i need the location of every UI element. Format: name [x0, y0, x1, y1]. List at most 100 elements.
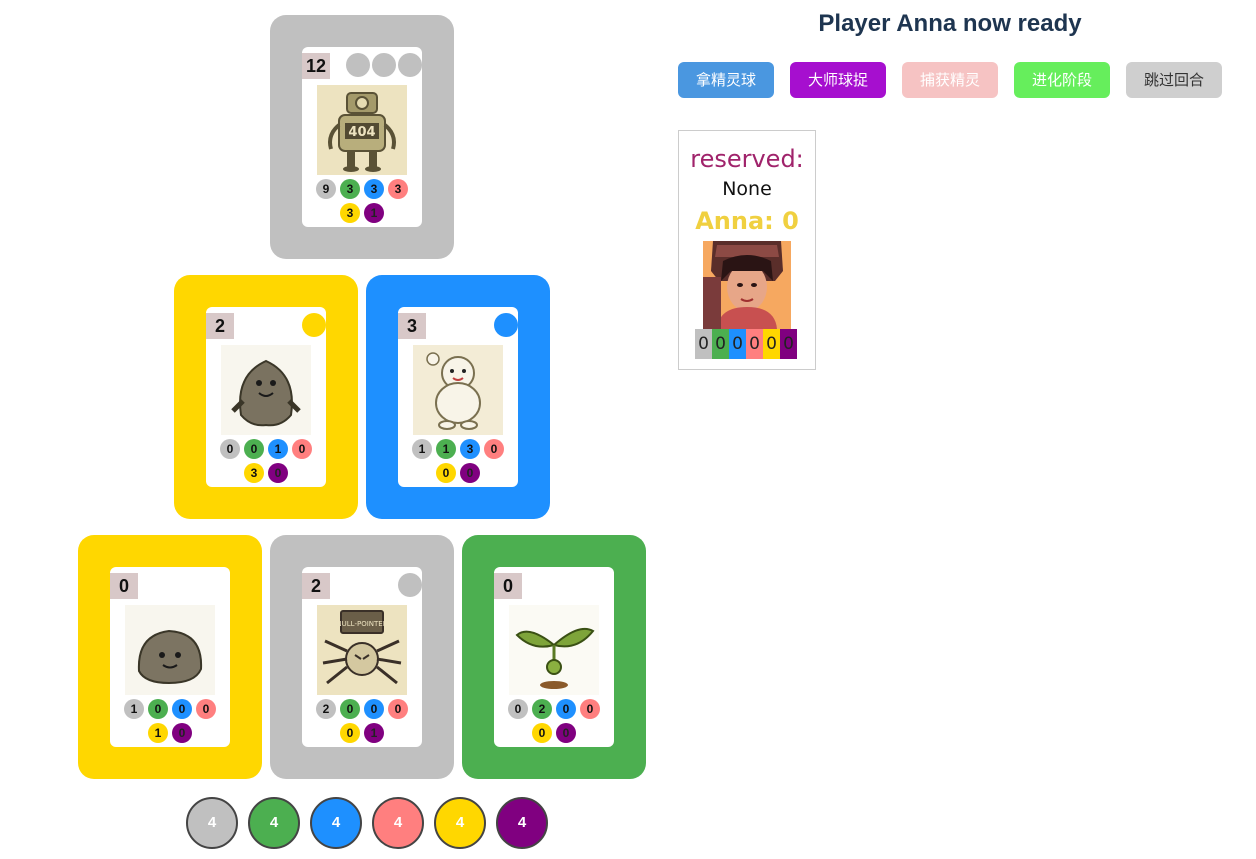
reserved-label: reserved:: [690, 145, 804, 173]
cost-gray: 1: [124, 699, 144, 719]
cloud-creature-icon: [413, 345, 503, 435]
player-gem-gray: 0: [695, 329, 712, 359]
token-pool: 444444: [186, 797, 548, 849]
card-costs: 113000: [398, 439, 518, 487]
card-costs: 933331: [302, 179, 422, 227]
card-slot-mid-right[interactable]: 3 113000: [366, 275, 550, 519]
bonus-gem-icon: [398, 573, 422, 597]
cost-yellow: 0: [340, 723, 360, 743]
pokemon-card[interactable]: 3 113000: [398, 307, 518, 487]
capture-pokemon-button[interactable]: 捕获精灵: [902, 62, 998, 98]
player-gem-blue: 0: [729, 329, 746, 359]
cost-purple: 1: [364, 723, 384, 743]
null-pointer-spider-icon: NULL-POINTER: [317, 605, 407, 695]
pokemon-card[interactable]: 12 404 933331: [302, 47, 422, 227]
cost-pink: 0: [484, 439, 504, 459]
null-pointer-sign-label: NULL-POINTER: [336, 620, 387, 628]
cost-green: 1: [436, 439, 456, 459]
cost-purple: 0: [460, 463, 480, 483]
card-score: 3: [398, 313, 426, 339]
cost-blue: 3: [460, 439, 480, 459]
card-costs: 200001: [302, 699, 422, 747]
pokemon-card[interactable]: 0 020000: [494, 567, 614, 747]
cost-gray: 1: [412, 439, 432, 459]
card-score: 2: [302, 573, 330, 599]
cost-pink: 0: [388, 699, 408, 719]
pebble-icon: [125, 605, 215, 695]
token-pink[interactable]: 4: [372, 797, 424, 849]
cost-green: 3: [340, 179, 360, 199]
card-bonus-gems: [302, 313, 326, 337]
card-costs: 100010: [110, 699, 230, 747]
evolve-stage-button[interactable]: 进化阶段: [1014, 62, 1110, 98]
master-ball-catch-button[interactable]: 大师球捉: [790, 62, 886, 98]
cost-yellow: 0: [532, 723, 552, 743]
card-score: 0: [494, 573, 522, 599]
token-gray[interactable]: 4: [186, 797, 238, 849]
token-yellow[interactable]: 4: [434, 797, 486, 849]
player-gem-purple: 0: [780, 329, 797, 359]
cost-blue: 0: [172, 699, 192, 719]
card-slot-top[interactable]: 12 404 933331: [270, 15, 454, 259]
cost-gray: 2: [316, 699, 336, 719]
cost-gray: 9: [316, 179, 336, 199]
robot-404-icon: 404: [317, 85, 407, 175]
cost-green: 2: [532, 699, 552, 719]
cost-purple: 0: [556, 723, 576, 743]
player-panel: reserved: None Anna: 0 000000: [678, 130, 816, 370]
cost-purple: 1: [364, 203, 384, 223]
player-portrait-icon: [703, 241, 791, 329]
robot-404-label: 404: [348, 125, 375, 140]
skip-turn-button[interactable]: 跳过回合: [1126, 62, 1222, 98]
card-slot-bottom-right[interactable]: 0 020000: [462, 535, 646, 779]
cost-green: 0: [148, 699, 168, 719]
token-purple[interactable]: 4: [496, 797, 548, 849]
card-score: 2: [206, 313, 234, 339]
bonus-gem-icon: [302, 313, 326, 337]
card-slot-mid-left[interactable]: 2 001030: [174, 275, 358, 519]
bonus-gem-icon: [346, 53, 370, 77]
card-bonus-gems: [346, 53, 422, 77]
card-slot-bottom-left[interactable]: 0 100010: [78, 535, 262, 779]
pokemon-card[interactable]: 0 100010: [110, 567, 230, 747]
bonus-gem-icon: [372, 53, 396, 77]
card-slot-bottom-center[interactable]: 2 NULL-POINTER 200001: [270, 535, 454, 779]
cost-yellow: 1: [148, 723, 168, 743]
cost-green: 0: [340, 699, 360, 719]
pokemon-card[interactable]: 2 001030: [206, 307, 326, 487]
cost-pink: 3: [388, 179, 408, 199]
cost-yellow: 0: [436, 463, 456, 483]
cost-blue: 3: [364, 179, 384, 199]
card-costs: 001030: [206, 439, 326, 487]
cost-blue: 0: [556, 699, 576, 719]
cost-blue: 1: [268, 439, 288, 459]
cost-green: 0: [244, 439, 264, 459]
player-gem-yellow: 0: [763, 329, 780, 359]
card-bonus-gems: [398, 573, 422, 597]
reserved-value: None: [722, 178, 772, 200]
cost-purple: 0: [268, 463, 288, 483]
cost-pink: 0: [580, 699, 600, 719]
cost-yellow: 3: [340, 203, 360, 223]
player-gem-green: 0: [712, 329, 729, 359]
card-costs: 020000: [494, 699, 614, 747]
pokemon-card[interactable]: 2 NULL-POINTER 200001: [302, 567, 422, 747]
sprout-icon: [509, 605, 599, 695]
cost-purple: 0: [172, 723, 192, 743]
cost-pink: 0: [196, 699, 216, 719]
take-pokeball-button[interactable]: 拿精灵球: [678, 62, 774, 98]
status-title: Player Anna now ready: [818, 10, 1082, 37]
cost-gray: 0: [220, 439, 240, 459]
card-score: 12: [302, 53, 330, 79]
rock-monster-icon: [221, 345, 311, 435]
player-score: Anna: 0: [695, 207, 799, 235]
bonus-gem-icon: [494, 313, 518, 337]
cost-blue: 0: [364, 699, 384, 719]
card-bonus-gems: [494, 313, 518, 337]
token-blue[interactable]: 4: [310, 797, 362, 849]
cost-gray: 0: [508, 699, 528, 719]
bonus-gem-icon: [398, 53, 422, 77]
token-green[interactable]: 4: [248, 797, 300, 849]
cost-pink: 0: [292, 439, 312, 459]
cost-yellow: 3: [244, 463, 264, 483]
